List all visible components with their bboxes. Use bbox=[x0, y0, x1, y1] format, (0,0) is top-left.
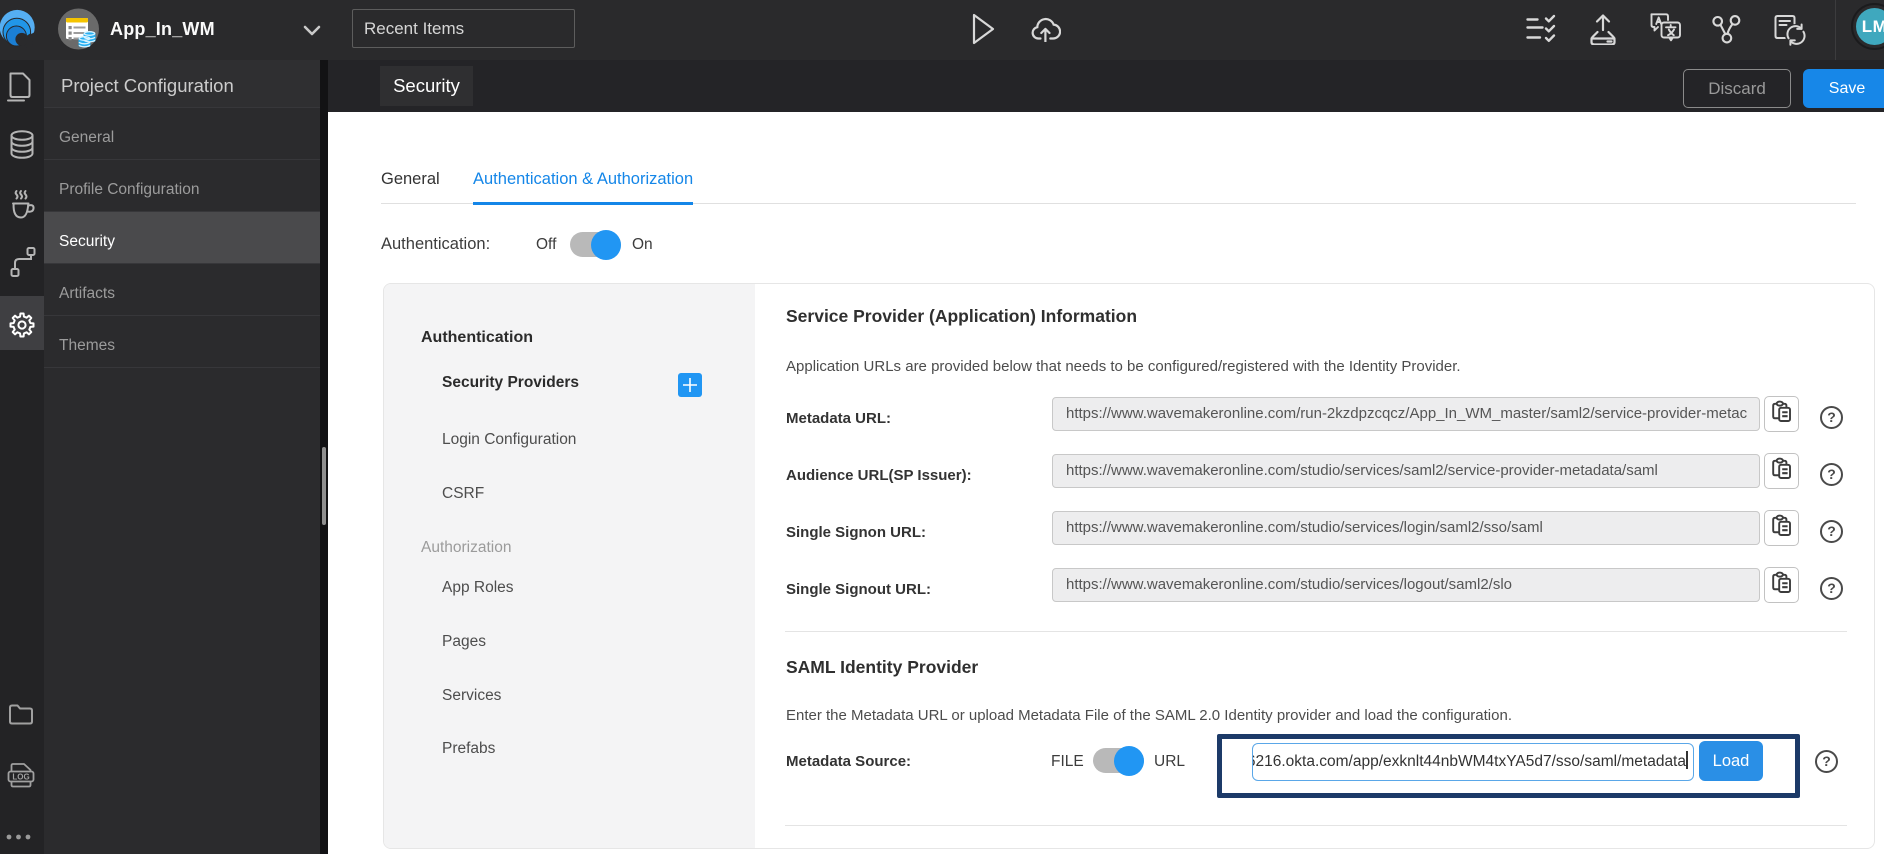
svg-text:LOG: LOG bbox=[12, 772, 29, 781]
